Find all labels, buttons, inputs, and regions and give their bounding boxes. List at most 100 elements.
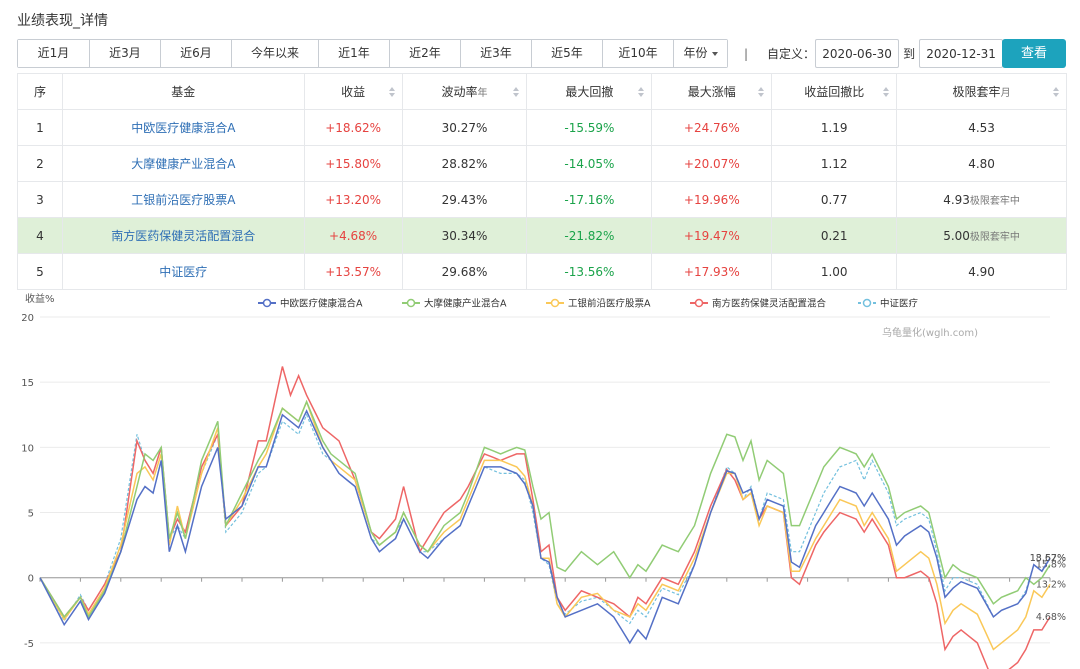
y-tick-label: -5: [24, 639, 34, 650]
period-button-6m[interactable]: 近6月: [161, 40, 232, 67]
cell-return: +13.20%: [303, 181, 403, 218]
column-header-return-drawdown-ratio[interactable]: 收益回撤比: [771, 73, 898, 110]
cell-fund-name[interactable]: 中证医疗: [61, 253, 305, 290]
cell-ratio: 1.00: [771, 253, 898, 290]
cell-return: +15.80%: [303, 145, 403, 182]
cell-trap-period: 4.90: [896, 253, 1067, 290]
cell-volatility-value: 29.68%: [441, 264, 488, 279]
cell-ratio-value: 0.77: [820, 192, 848, 207]
cell-volatility-value: 29.43%: [441, 192, 488, 207]
cell-max-drawdown: -14.05%: [526, 145, 653, 182]
period-button-3m[interactable]: 近3月: [90, 40, 161, 67]
sort-icon: [638, 87, 645, 97]
cell-max-rise-value: +19.96%: [683, 192, 740, 207]
cell-max-drawdown-value: -17.16%: [564, 192, 615, 207]
custom-range-label: 自定义：: [767, 47, 816, 61]
cell-max-drawdown-value: -14.05%: [564, 156, 615, 171]
column-header-index: 序: [17, 73, 63, 110]
custom-range: | 自定义： 到: [744, 39, 1004, 68]
cell-max-rise-value: +24.76%: [683, 120, 740, 135]
column-header-max-drawdown[interactable]: 最大回撤: [526, 73, 653, 110]
y-tick-label: 10: [21, 443, 34, 454]
cell-fund-name[interactable]: 中欧医疗健康混合A: [61, 109, 305, 146]
cell-fund-name-value: 中欧医疗健康混合A: [131, 121, 236, 135]
legend-entry: 中证医疗: [880, 298, 919, 310]
cell-return: +13.57%: [303, 253, 403, 290]
column-header-max-rise-label: 最大涨幅: [687, 85, 736, 99]
date-to-label: 到: [903, 47, 916, 61]
end-date-input[interactable]: [919, 39, 1004, 68]
trap-status-note: 极限套牢中: [969, 232, 1020, 243]
column-header-volatility-unit: 年: [477, 88, 488, 99]
period-button-1m[interactable]: 近1月: [18, 40, 90, 67]
period-button-5y[interactable]: 近5年: [532, 40, 603, 67]
cell-ratio-value: 1.12: [820, 156, 848, 171]
sort-icon: [388, 87, 395, 97]
column-header-max-rise[interactable]: 最大涨幅: [651, 73, 773, 110]
cell-trap-period-value: 4.93: [943, 193, 970, 207]
trap-status-note: 极限套牢中: [969, 196, 1020, 207]
cell-volatility-value: 30.27%: [441, 120, 488, 135]
table-row: 3 工银前沿医疗股票A +13.20% 29.43% -17.16% +19.96% 0.7…: [17, 181, 1067, 218]
cell-ratio-value: 1.19: [820, 120, 848, 135]
cell-max-rise: +19.96%: [651, 181, 773, 218]
legend-swatch-marker: [550, 298, 560, 308]
query-button[interactable]: 查看: [1002, 39, 1066, 68]
cell-return-value: +18.62%: [325, 120, 382, 135]
legend-entry: 工银前沿医疗股票A: [568, 298, 651, 310]
legend-swatch-marker: [262, 298, 272, 308]
column-header-volatility[interactable]: 波动率年: [401, 73, 528, 110]
cell-fund-name[interactable]: 工银前沿医疗股票A: [61, 181, 305, 218]
series-line-5: [39, 413, 1051, 625]
column-header-trap-period[interactable]: 极限套牢月: [896, 73, 1067, 110]
cell-trap-period-value: 5.00: [943, 229, 970, 243]
sort-icon: [1053, 87, 1059, 97]
column-header-return[interactable]: 收益: [303, 73, 403, 110]
series-line-2: [39, 399, 1051, 619]
cell-max-rise-value: +17.93%: [683, 264, 740, 279]
period-button-1y[interactable]: 近1年: [319, 40, 390, 67]
cell-max-rise: +24.76%: [651, 109, 773, 146]
table-row: 4 南方医药保健灵活配置混合 +4.68% 30.34% -21.82% +19.47% 0…: [17, 217, 1067, 254]
start-date-input[interactable]: [815, 39, 900, 68]
y-tick-label: 0: [28, 574, 34, 585]
cell-fund-name-value: 大摩健康产业混合A: [131, 157, 236, 171]
series-end-label: 18.62%: [1030, 553, 1066, 564]
cell-ratio-value: 1.00: [820, 264, 848, 279]
cell-return-value: +15.80%: [325, 156, 382, 171]
cell-volatility: 30.27%: [401, 109, 528, 146]
cell-max-drawdown: -13.56%: [526, 253, 653, 290]
year-dropdown[interactable]: 年份: [674, 40, 727, 67]
table-row: 5 中证医疗 +13.57% 29.68% -13.56% +17.93% 1.00 4.90: [17, 253, 1067, 290]
cell-max-rise-value: +20.07%: [683, 156, 740, 171]
period-button-ytd[interactable]: 今年以来: [232, 40, 319, 67]
cell-return: +4.68%: [303, 217, 403, 254]
cell-volatility: 28.82%: [401, 145, 528, 182]
period-button-10y[interactable]: 近10年: [603, 40, 674, 67]
cell-ratio: 1.19: [771, 109, 898, 146]
cell-volatility: 29.68%: [401, 253, 528, 290]
period-button-3y[interactable]: 近3年: [461, 40, 532, 67]
legend-swatch-marker: [694, 298, 704, 308]
period-button-2y[interactable]: 近2年: [390, 40, 461, 67]
cell-fund-name[interactable]: 南方医药保健灵活配置混合: [61, 217, 305, 254]
legend-swatch-marker: [406, 298, 416, 308]
cell-trap-period-value: 4.53: [968, 120, 995, 135]
y-tick-label: 20: [21, 313, 34, 324]
cell-index-value: 3: [36, 192, 44, 207]
cell-fund-name-value: 中证医疗: [159, 265, 208, 279]
cell-index: 2: [17, 145, 63, 182]
sort-icon: [883, 87, 890, 97]
cell-max-rise: +17.93%: [651, 253, 773, 290]
fund-performance-table: 序 基金 收益 波动率年 最大回撤 最大涨幅 收益回撤比 极限套牢月 1 中欧医疗…: [17, 73, 1067, 290]
table-row: 2 大摩健康产业混合A +15.80% 28.82% -14.05% +20.07% 1.1…: [17, 145, 1067, 182]
legend-entry: 中欧医疗健康混合A: [280, 298, 363, 310]
series-end-label: 13.2%: [1036, 579, 1066, 590]
table-row: 1 中欧医疗健康混合A +18.62% 30.27% -15.59% +24.76% 1.1…: [17, 109, 1067, 146]
cell-fund-name[interactable]: 大摩健康产业混合A: [61, 145, 305, 182]
cell-max-drawdown: -17.16%: [526, 181, 653, 218]
y-tick-label: 15: [21, 378, 34, 389]
column-header-trap-label: 极限套牢: [952, 85, 1001, 99]
cell-index-value: 5: [36, 264, 44, 279]
column-header-return-label: 收益: [341, 85, 366, 99]
